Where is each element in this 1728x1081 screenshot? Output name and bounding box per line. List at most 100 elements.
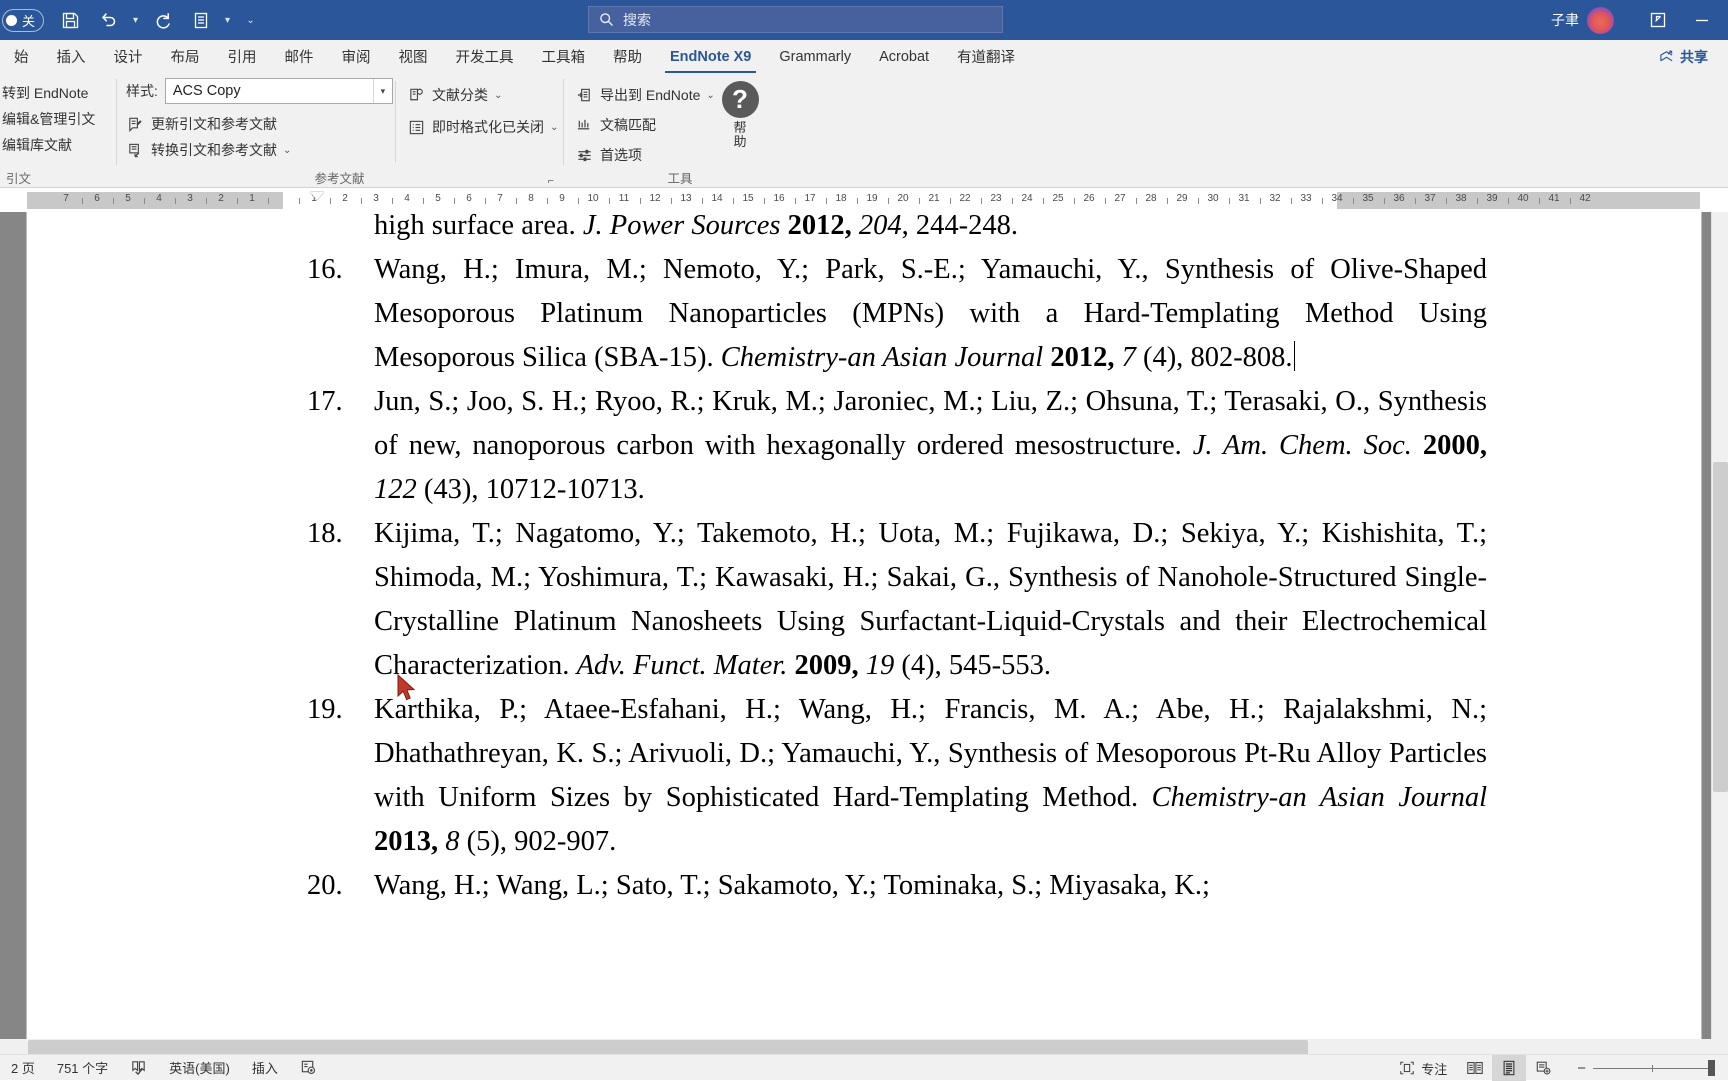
accessibility-checker-icon[interactable] bbox=[289, 1055, 328, 1081]
tab-grammarly[interactable]: Grammarly bbox=[765, 40, 865, 73]
ruler-number: 13 bbox=[680, 193, 691, 204]
save-icon[interactable] bbox=[52, 3, 90, 37]
ruler-number: 16 bbox=[773, 193, 784, 204]
ref-authors: Wang, H.; Wang, L.; Sato, T.; Sakamoto, … bbox=[374, 870, 1210, 901]
ruler-tick bbox=[1074, 198, 1075, 204]
edit-library-references-button[interactable]: 编辑库文献 bbox=[2, 132, 95, 158]
chevron-down-icon[interactable]: ⌄ bbox=[550, 122, 558, 133]
categorize-references-button[interactable]: 文献分类 ⌄ bbox=[407, 82, 558, 108]
tab-review[interactable]: 审阅 bbox=[328, 40, 385, 73]
reference-item-17[interactable]: 17. Jun, S.; Joo, S. H.; Ryoo, R.; Kruk,… bbox=[302, 380, 1487, 512]
read-mode-icon[interactable] bbox=[1458, 1055, 1492, 1081]
autosave-label: 关 bbox=[22, 11, 36, 30]
undo-icon[interactable] bbox=[90, 3, 128, 37]
touch-mode-icon[interactable] bbox=[182, 3, 220, 37]
ref-number: 18. bbox=[302, 512, 374, 688]
update-citations-button[interactable]: 更新引文和参考文献 bbox=[126, 111, 393, 137]
ruler-canvas[interactable]: 7654321123456789101112131415161718192021… bbox=[0, 192, 1728, 209]
chevron-down-icon[interactable]: ⌄ bbox=[283, 145, 291, 156]
touch-mode-dropdown-icon[interactable]: ▾ bbox=[220, 3, 236, 37]
zoom-out-button[interactable]: − bbox=[1570, 1060, 1593, 1077]
export-to-endnote-button[interactable]: 导出到 EndNote ⌄ bbox=[575, 82, 715, 108]
insert-mode-indicator[interactable]: 插入 bbox=[241, 1055, 289, 1081]
ruler-tick bbox=[1446, 198, 1447, 204]
customize-qat-icon[interactable]: ⌄ bbox=[236, 3, 266, 37]
tab-layout[interactable]: 布局 bbox=[157, 40, 214, 73]
ruler-number: 21 bbox=[928, 193, 939, 204]
tab-insert[interactable]: 插入 bbox=[43, 40, 100, 73]
tab-view[interactable]: 视图 bbox=[385, 40, 442, 73]
reference-item-19[interactable]: 19. Karthika, P.; Ataee-Esfahani, H.; Wa… bbox=[302, 688, 1487, 864]
ruler-number: 19 bbox=[866, 193, 877, 204]
tab-help[interactable]: 帮助 bbox=[599, 40, 656, 73]
help-button[interactable]: ? 帮 助 bbox=[712, 81, 768, 150]
focus-mode-button[interactable]: 专注 bbox=[1388, 1055, 1458, 1081]
reference-item-16[interactable]: 16. Wang, H.; Imura, M.; Nemoto, Y.; Par… bbox=[302, 248, 1487, 380]
ribbon-group-bibliography-label: 参考文献 bbox=[117, 168, 562, 187]
status-bar: 2 页 751 个字 英语(美国) 插入 专注 bbox=[0, 1054, 1728, 1080]
ruler-number: 14 bbox=[711, 193, 722, 204]
ruler-tick bbox=[268, 198, 269, 204]
ruler[interactable]: 7654321123456789101112131415161718192021… bbox=[0, 189, 1728, 212]
ref-volume: 8 bbox=[445, 826, 459, 857]
language-indicator[interactable]: 英语(美国) bbox=[158, 1055, 241, 1081]
ribbon-display-options-icon[interactable] bbox=[1636, 0, 1680, 40]
chevron-down-icon[interactable]: ▾ bbox=[373, 79, 392, 103]
tab-endnote-x9[interactable]: EndNote X9 bbox=[656, 40, 765, 73]
ruler-tick bbox=[361, 198, 362, 204]
partial-year: 2012, bbox=[788, 212, 852, 241]
document-page[interactable]: crystals and its electrochemical convers… bbox=[27, 212, 1701, 1056]
document-body[interactable]: high surface area. J. Power Sources 2012… bbox=[302, 212, 1487, 908]
ref-volume: 19 bbox=[866, 650, 895, 681]
redo-icon[interactable] bbox=[144, 3, 182, 37]
update-citations-label: 更新引文和参考文献 bbox=[151, 114, 277, 134]
web-layout-icon[interactable] bbox=[1526, 1055, 1560, 1081]
word-count[interactable]: 751 个字 bbox=[46, 1055, 119, 1081]
tab-home[interactable]: 始 bbox=[0, 40, 43, 73]
reference-item-20[interactable]: 20. Wang, H.; Wang, L.; Sato, T.; Sakamo… bbox=[302, 864, 1487, 908]
manuscript-matcher-button[interactable]: 文稿匹配 bbox=[575, 112, 715, 138]
zoom-handle[interactable] bbox=[1708, 1060, 1715, 1076]
search-box[interactable]: 搜索 bbox=[588, 6, 1003, 33]
ruler-tick bbox=[857, 198, 858, 204]
vertical-scrollbar[interactable] bbox=[1711, 212, 1728, 1056]
tab-design[interactable]: 设计 bbox=[100, 40, 157, 73]
avatar[interactable] bbox=[1587, 7, 1614, 34]
convert-citations-button[interactable]: 转换引文和参考文献 ⌄ bbox=[126, 137, 393, 163]
ruler-tick bbox=[1415, 198, 1416, 204]
minimize-icon[interactable] bbox=[1680, 0, 1724, 40]
vertical-scroll-thumb[interactable] bbox=[1713, 462, 1728, 792]
ref-body: Kijima, T.; Nagatomo, Y.; Takemoto, H.; … bbox=[374, 512, 1487, 688]
page-indicator[interactable]: 2 页 bbox=[0, 1055, 46, 1081]
bibliography-dialog-launcher[interactable]: ⌐ bbox=[548, 175, 554, 187]
instant-formatting-button[interactable]: 即时格式化已关闭 ⌄ bbox=[407, 114, 558, 140]
reference-item-18[interactable]: 18. Kijima, T.; Nagatomo, Y.; Takemoto, … bbox=[302, 512, 1487, 688]
edit-manage-citations-button[interactable]: 编辑&管理引文 bbox=[2, 106, 95, 132]
go-to-endnote-button[interactable]: 转到 EndNote bbox=[2, 80, 95, 106]
autosave-toggle[interactable]: 关 bbox=[2, 9, 44, 32]
print-layout-icon[interactable] bbox=[1492, 1055, 1526, 1081]
preferences-button[interactable]: 首选项 bbox=[575, 142, 715, 168]
proofing-errors-icon[interactable] bbox=[119, 1055, 158, 1081]
ruler-tick bbox=[1167, 198, 1168, 204]
undo-dropdown-icon[interactable]: ▾ bbox=[128, 3, 144, 37]
horizontal-scroll-thumb[interactable] bbox=[28, 1040, 1308, 1055]
tab-developer[interactable]: 开发工具 bbox=[442, 40, 528, 73]
ruler-number: 4 bbox=[156, 193, 162, 204]
zoom-track[interactable] bbox=[1593, 1068, 1711, 1069]
zoom-slider[interactable]: − bbox=[1560, 1060, 1728, 1077]
style-dropdown[interactable]: ACS Copy ▾ bbox=[165, 78, 393, 104]
status-bar-right: 专注 bbox=[1388, 1055, 1728, 1081]
chevron-down-icon[interactable]: ⌄ bbox=[494, 90, 502, 101]
export-to-endnote-label: 导出到 EndNote bbox=[600, 85, 700, 105]
share-button[interactable]: 共享 bbox=[1649, 44, 1718, 69]
tab-toolbox[interactable]: 工具箱 bbox=[528, 40, 600, 73]
tab-mailings[interactable]: 邮件 bbox=[271, 40, 328, 73]
tab-acrobat[interactable]: Acrobat bbox=[865, 40, 943, 73]
ruler-number: 1 bbox=[249, 193, 255, 204]
first-line-indent-marker[interactable] bbox=[310, 192, 324, 200]
tab-references[interactable]: 引用 bbox=[214, 40, 271, 73]
tab-youdao-translate[interactable]: 有道翻译 bbox=[943, 40, 1029, 73]
ref-issue: (5), bbox=[460, 826, 515, 857]
ruler-number: 6 bbox=[466, 193, 472, 204]
